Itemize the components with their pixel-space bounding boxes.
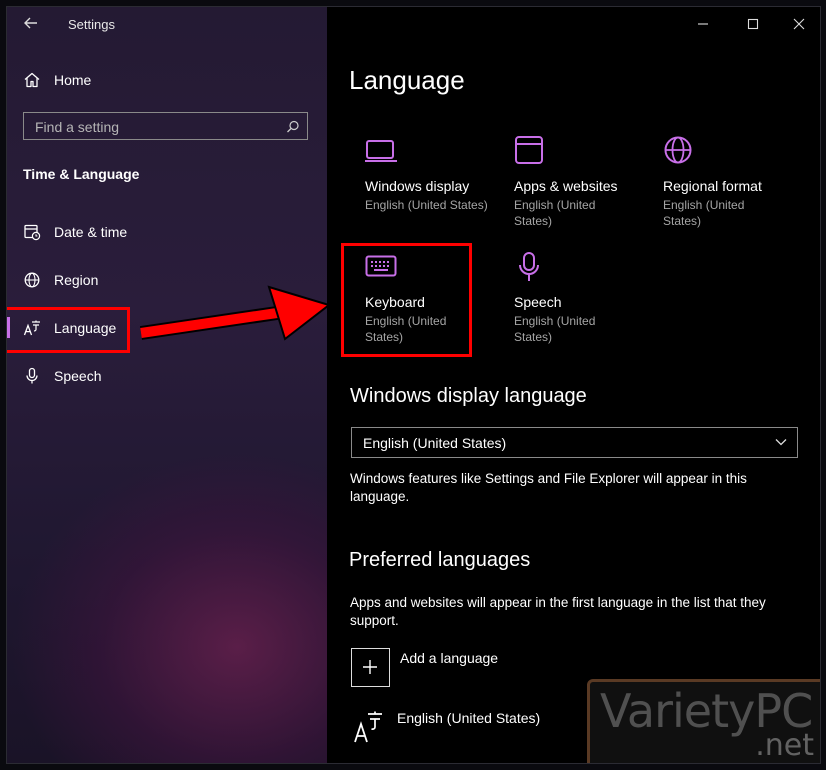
globe-icon xyxy=(664,136,692,164)
display-language-heading: Windows display language xyxy=(350,385,587,407)
tile-subtitle: English (United States) xyxy=(514,198,596,228)
watermark-suffix: .net xyxy=(755,728,814,763)
add-language-button[interactable] xyxy=(351,648,390,687)
home-icon xyxy=(24,72,40,88)
tile-title: Speech xyxy=(514,294,562,310)
plus-icon xyxy=(363,660,377,674)
search-placeholder: Find a setting xyxy=(35,119,120,135)
settings-window: Settings Home Find a setting Time & Lang… xyxy=(6,6,821,764)
close-button[interactable] xyxy=(793,17,805,33)
sidebar-section-title: Time & Language xyxy=(23,166,140,182)
highlight-box-keyboard xyxy=(341,243,472,357)
sidebar: Settings Home Find a setting Time & Lang… xyxy=(7,7,327,763)
close-icon xyxy=(793,18,805,30)
display-language-description: Windows features like Settings and File … xyxy=(350,471,747,504)
tile-title: Windows display xyxy=(365,178,470,194)
minimize-button[interactable] xyxy=(697,17,709,33)
tile-subtitle: English (United States) xyxy=(365,198,488,212)
app-window-icon xyxy=(515,136,543,164)
sidebar-item-label: Speech xyxy=(54,368,102,384)
preferred-languages-heading: Preferred languages xyxy=(349,549,531,571)
page-title: Language xyxy=(349,65,465,95)
main-panel: Language Windows display English (United… xyxy=(327,7,820,763)
tile-title: Apps & websites xyxy=(514,178,618,194)
arrow-left-icon xyxy=(24,17,37,29)
language-name: English (United States) xyxy=(397,710,541,726)
display-language-select[interactable]: English (United States) xyxy=(351,427,798,458)
sidebar-item-region[interactable]: Region xyxy=(23,271,98,289)
sidebar-item-speech[interactable]: Speech xyxy=(23,367,101,385)
search-icon xyxy=(287,120,299,133)
display-language-value: English (United States) xyxy=(363,435,507,451)
window-title: Settings xyxy=(68,17,115,32)
language-icon xyxy=(354,711,382,743)
calendar-clock-icon xyxy=(24,224,41,241)
microphone-icon xyxy=(26,367,38,384)
maximize-button[interactable] xyxy=(747,17,759,33)
sidebar-item-label: Date & time xyxy=(54,224,128,240)
search-input[interactable]: Find a setting xyxy=(23,112,308,140)
add-language-label[interactable]: Add a language xyxy=(400,650,498,666)
tile-subtitle: English (United States) xyxy=(514,314,596,344)
monitor-icon xyxy=(365,140,397,162)
chevron-down-icon xyxy=(775,439,787,446)
sidebar-item-home[interactable]: Home xyxy=(23,71,91,89)
watermark: VarietyPC .net xyxy=(587,679,820,763)
preferred-languages-description: Apps and websites will appear in the fir… xyxy=(350,595,766,628)
back-button[interactable] xyxy=(23,15,43,35)
sidebar-item-label: Home xyxy=(54,72,92,88)
microphone-icon xyxy=(519,252,539,281)
tile-subtitle: English (United States) xyxy=(663,198,745,228)
sidebar-item-date-time[interactable]: Date & time xyxy=(23,223,127,241)
maximize-icon xyxy=(747,18,759,30)
highlight-box-language xyxy=(7,307,130,353)
tile-title: Regional format xyxy=(663,178,762,194)
globe-icon xyxy=(24,272,40,288)
annotation-arrow-icon xyxy=(139,285,332,341)
minimize-icon xyxy=(698,23,708,25)
sidebar-item-label: Region xyxy=(54,272,99,288)
